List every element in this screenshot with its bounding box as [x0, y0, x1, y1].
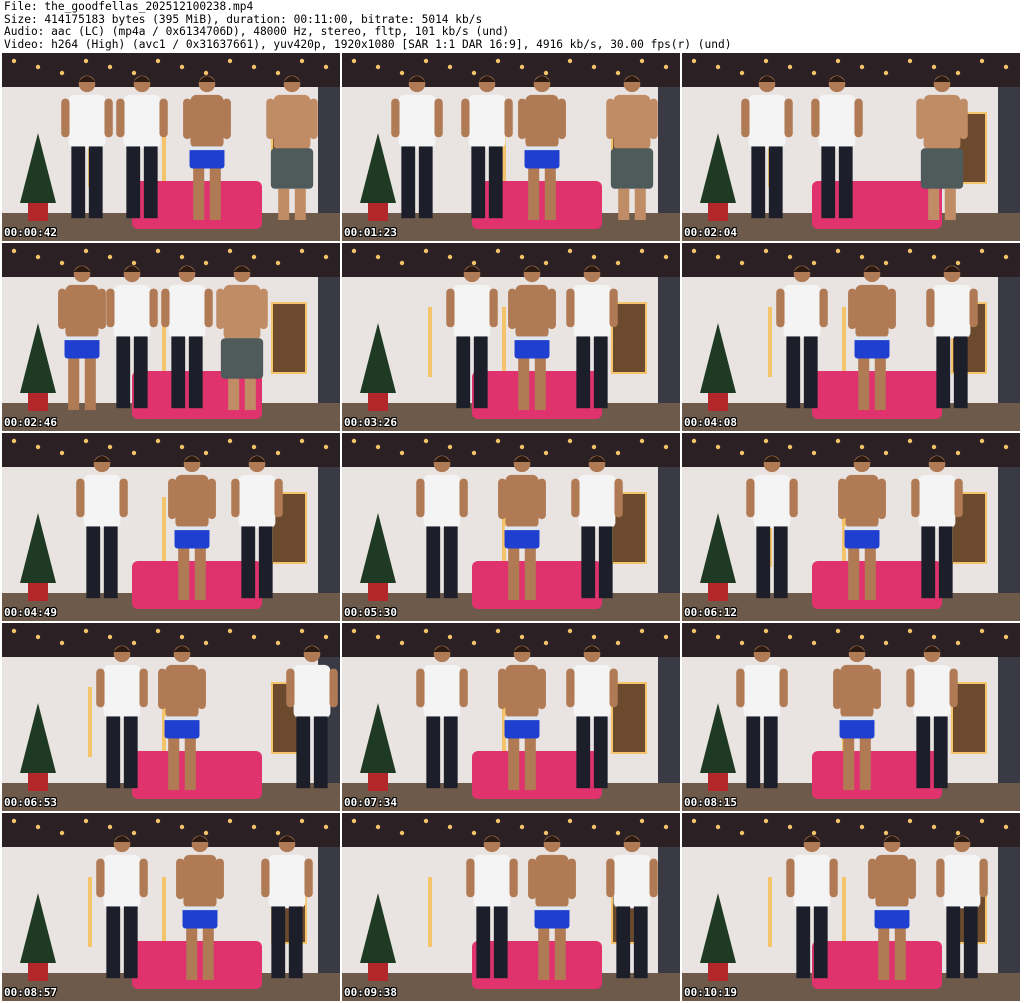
- video-thumbnail: 00:08:57: [2, 813, 340, 1001]
- video-thumbnail: 00:08:15: [682, 623, 1020, 811]
- video-thumbnail: 00:02:04: [682, 53, 1020, 241]
- video-thumbnail: 00:01:23: [342, 53, 680, 241]
- thumbnail-scene: [2, 53, 340, 241]
- video-thumbnail: 00:00:42: [2, 53, 340, 241]
- thumbnail-scene: [342, 53, 680, 241]
- thumbnail-timestamp: 00:01:23: [344, 226, 397, 239]
- file-name-line: File: the_goodfellas_202512100238.mp4: [4, 0, 254, 13]
- thumbnail-timestamp: 00:08:57: [4, 986, 57, 999]
- thumbnail-timestamp: 00:06:53: [4, 796, 57, 809]
- thumbnail-timestamp: 00:02:04: [684, 226, 737, 239]
- thumbnail-scene: [2, 813, 340, 1001]
- video-thumbnail: 00:09:38: [342, 813, 680, 1001]
- video-thumbnail: 00:04:08: [682, 243, 1020, 431]
- thumbnail-timestamp: 00:07:34: [344, 796, 397, 809]
- thumbnail-scene: [2, 623, 340, 811]
- video-thumbnail: 00:02:46: [2, 243, 340, 431]
- thumbnail-timestamp: 00:10:19: [684, 986, 737, 999]
- video-thumbnail: 00:05:30: [342, 433, 680, 621]
- thumbnail-timestamp: 00:00:42: [4, 226, 57, 239]
- thumbnail-scene: [2, 433, 340, 621]
- thumbnail-scene: [342, 243, 680, 431]
- audio-info-line: Audio: aac (LC) (mp4a / 0x6134706D), 480…: [4, 25, 510, 39]
- thumbnail-scene: [342, 623, 680, 811]
- thumbnail-timestamp: 00:04:49: [4, 606, 57, 619]
- thumbnail-timestamp: 00:09:38: [344, 986, 397, 999]
- video-thumbnail: 00:10:19: [682, 813, 1020, 1001]
- video-info-line: Video: h264 (High) (avc1 / 0x31637661), …: [4, 37, 732, 51]
- video-thumbnail: 00:07:34: [342, 623, 680, 811]
- video-thumbnail: 00:04:49: [2, 433, 340, 621]
- thumbnail-scene: [2, 243, 340, 431]
- file-info-header: File: the_goodfellas_202512100238.mp4 Siz…: [4, 0, 732, 51]
- thumbnail-scene: [342, 813, 680, 1001]
- thumbnail-timestamp: 00:02:46: [4, 416, 57, 429]
- thumbnail-timestamp: 00:06:12: [684, 606, 737, 619]
- thumbnail-scene: [682, 243, 1020, 431]
- thumbnail-timestamp: 00:03:26: [344, 416, 397, 429]
- thumbnail-grid: 00:00:42 00:01:23 00:02:04 00:02:46 00:03:26…: [2, 53, 1022, 1001]
- thumbnail-scene: [342, 433, 680, 621]
- thumbnail-timestamp: 00:04:08: [684, 416, 737, 429]
- video-thumbnail: 00:03:26: [342, 243, 680, 431]
- thumbnail-scene: [682, 433, 1020, 621]
- thumbnail-scene: [682, 623, 1020, 811]
- video-thumbnail: 00:06:53: [2, 623, 340, 811]
- thumbnail-timestamp: 00:08:15: [684, 796, 737, 809]
- thumbnail-scene: [682, 813, 1020, 1001]
- video-thumbnail: 00:06:12: [682, 433, 1020, 621]
- thumbnail-timestamp: 00:05:30: [344, 606, 397, 619]
- thumbnail-scene: [682, 53, 1020, 241]
